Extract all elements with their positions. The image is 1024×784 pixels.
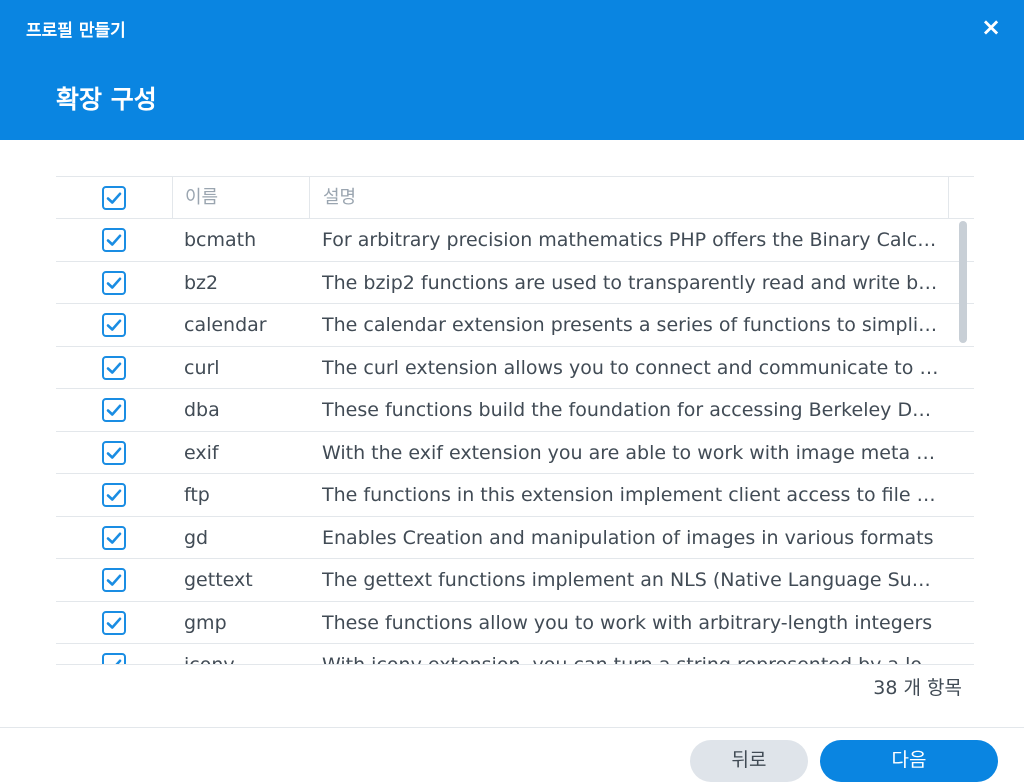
table-row[interactable]: gmp These functions allow you to work wit… (56, 602, 974, 644)
row-checkbox[interactable] (102, 610, 126, 635)
table-row[interactable]: dba These functions build the foundation … (56, 389, 974, 432)
row-checkbox[interactable] (102, 355, 126, 380)
back-button[interactable]: 뒤로 (690, 740, 808, 782)
select-all-checkbox[interactable] (102, 186, 126, 210)
extension-name: exif (184, 441, 219, 464)
extension-name: gd (184, 526, 209, 549)
checkmark-icon (106, 362, 122, 374)
extension-description: With the exif extension you are able to … (322, 441, 942, 464)
extension-name: ftp (184, 484, 210, 506)
extension-name: gettext (184, 569, 253, 591)
extension-name: bz2 (184, 271, 219, 294)
extension-description: The functions in this extension implemen… (322, 484, 942, 506)
extension-description: Enables Creation and manipulation of ima… (322, 526, 934, 549)
row-checkbox[interactable] (102, 568, 126, 592)
column-divider (172, 177, 173, 218)
table-row[interactable]: iconv With iconv extension, you can turn … (56, 644, 974, 665)
extension-description: The calendar extension presents a series… (322, 314, 942, 336)
extension-description: These functions allow you to work with a… (322, 611, 933, 634)
window-title: 프로필 만들기 (26, 21, 126, 41)
next-button[interactable]: 다음 (820, 740, 998, 782)
row-checkbox[interactable] (102, 270, 126, 295)
checkmark-icon (106, 574, 122, 586)
close-icon[interactable]: × (976, 12, 1006, 42)
extension-name: curl (184, 356, 220, 379)
extension-name: gmp (184, 611, 227, 634)
table-row[interactable]: gettext The gettext functions implement a… (56, 559, 974, 602)
row-checkbox[interactable] (102, 483, 126, 507)
checkmark-icon (106, 617, 122, 629)
table-row[interactable]: exif With the exif extension you are able… (56, 432, 974, 474)
extension-name: bcmath (184, 229, 257, 251)
extension-name: calendar (184, 314, 267, 336)
column-divider (948, 177, 949, 218)
dialog-header: 프로필 만들기 × 확장 구성 (0, 0, 1024, 140)
checkmark-icon (106, 277, 122, 289)
row-checkbox[interactable] (102, 525, 126, 550)
column-header-name[interactable]: 이름 (185, 177, 218, 218)
extension-description: The bzip2 functions are used to transpar… (322, 271, 942, 294)
table-row[interactable]: bz2 The bzip2 functions are used to trans… (56, 262, 974, 304)
footer-divider (0, 727, 1024, 728)
checkmark-icon (106, 234, 122, 246)
grid-body: bcmath For arbitrary precision mathematic… (56, 219, 974, 665)
grid-header: 이름 설명 (56, 177, 974, 219)
step-title: 확장 구성 (56, 85, 157, 114)
table-row[interactable]: calendar The calendar extension presents … (56, 304, 974, 347)
checkmark-icon (106, 532, 122, 544)
extension-name: dba (184, 399, 220, 421)
column-header-description[interactable]: 설명 (323, 177, 356, 218)
extension-description: For arbitrary precision mathematics PHP … (322, 229, 942, 251)
table-row[interactable]: ftp The functions in this extension imple… (56, 474, 974, 517)
table-row[interactable]: bcmath For arbitrary precision mathematic… (56, 219, 974, 262)
row-checkbox[interactable] (102, 398, 126, 422)
extension-name: iconv (184, 654, 235, 665)
checkmark-icon (106, 404, 122, 416)
scrollbar-thumb[interactable] (959, 221, 967, 343)
checkmark-icon (106, 447, 122, 459)
row-checkbox[interactable] (102, 440, 126, 465)
column-divider (309, 177, 310, 218)
extensions-grid: 이름 설명 bcmath For arbitrary precision math… (56, 176, 974, 708)
item-count: 38 개 항목 (56, 664, 974, 708)
row-checkbox[interactable] (102, 228, 126, 252)
extension-description: These functions build the foundation for… (322, 399, 942, 421)
extension-description: The gettext functions implement an NLS (… (322, 569, 942, 591)
table-row[interactable]: curl The curl extension allows you to con… (56, 347, 974, 389)
extension-description: With iconv extension, you can turn a str… (322, 654, 942, 665)
extension-description: The curl extension allows you to connect… (322, 356, 942, 379)
table-row[interactable]: gd Enables Creation and manipulation of i… (56, 517, 974, 559)
checkmark-icon (106, 192, 122, 204)
checkmark-icon (106, 489, 122, 501)
row-checkbox[interactable] (102, 313, 126, 337)
checkmark-icon (106, 319, 122, 331)
